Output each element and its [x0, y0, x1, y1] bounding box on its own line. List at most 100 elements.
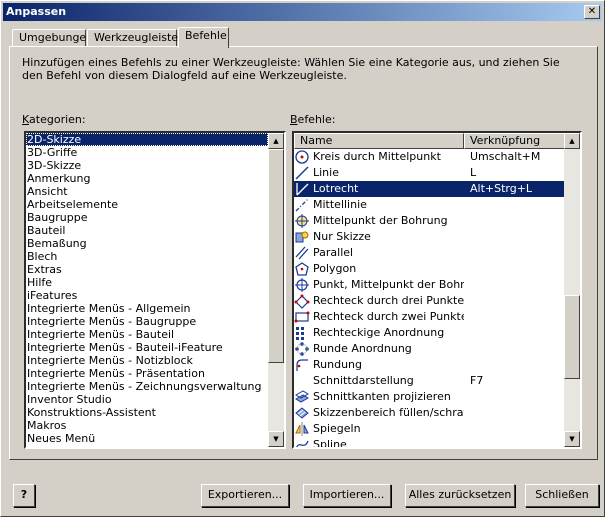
command-name-cell: Rundung: [294, 357, 464, 373]
category-item[interactable]: Integrierte Menüs - Baugruppe: [26, 315, 268, 328]
category-item[interactable]: Integrierte Menüs - Bauteil: [26, 328, 268, 341]
close-button[interactable]: Schließen: [525, 484, 599, 507]
circular-pattern-icon: [295, 342, 309, 356]
command-name-cell: Rechteck durch drei Punkte: [294, 293, 464, 309]
command-row[interactable]: Kreis durch Mittelpunkt Umschalt+M: [294, 149, 564, 165]
category-item[interactable]: Ansicht: [26, 185, 268, 198]
category-item[interactable]: 2D-Skizze: [26, 133, 268, 146]
command-name: Rundung: [313, 358, 363, 371]
blank-icon: [294, 373, 310, 389]
command-name-cell: Nur Skizze: [294, 229, 464, 245]
command-shortcut: [464, 277, 470, 293]
command-name: Linie: [313, 166, 339, 179]
command-row[interactable]: Mittellinie: [294, 197, 564, 213]
category-item[interactable]: Makros: [26, 419, 268, 432]
categories-list: 2D-Skizze 3D-Griffe 3D-Skizze Anmerkung Ansi…: [26, 133, 268, 447]
tab-befehle[interactable]: Befehle: [178, 27, 229, 48]
category-item[interactable]: Konstruktions-Assistent: [26, 406, 268, 419]
scroll-up-button[interactable]: ▲: [564, 133, 580, 149]
command-row[interactable]: Linie L: [294, 165, 564, 181]
import-button[interactable]: Importieren...: [303, 484, 391, 507]
category-item[interactable]: Integrierte Menüs - Präsentation: [26, 367, 268, 380]
close-window-button[interactable]: ✕: [584, 5, 600, 19]
category-item[interactable]: Integrierte Menüs - Bauteil-iFeature: [26, 341, 268, 354]
help-button[interactable]: ?: [13, 484, 35, 507]
command-name-cell: Polygon: [294, 261, 464, 277]
hole-center-icon: [295, 214, 309, 228]
command-row[interactable]: Parallel: [294, 245, 564, 261]
command-row[interactable]: Schnittkanten projizieren: [294, 389, 564, 405]
commands-scrollbar[interactable]: ▲ ▼: [564, 133, 580, 447]
mirror-icon: [295, 422, 309, 436]
command-name-cell: Linie: [294, 165, 464, 181]
command-shortcut: L: [470, 166, 477, 179]
category-item[interactable]: 3D-Skizze: [26, 159, 268, 172]
category-item[interactable]: Neues Menü: [26, 432, 268, 445]
category-item[interactable]: Hilfe: [26, 276, 268, 289]
category-item[interactable]: Integrierte Menüs - Notizblock: [26, 354, 268, 367]
category-item[interactable]: Integrierte Menüs - Zeichnungsverwaltung: [26, 380, 268, 393]
category-item[interactable]: Integrierte Menüs - Allgemein: [26, 302, 268, 315]
command-row[interactable]: Spiegeln: [294, 421, 564, 437]
command-row[interactable]: Rechteck durch zwei Punkte: [294, 309, 564, 325]
title-bar[interactable]: Anpassen ✕: [3, 3, 602, 21]
command-row[interactable]: Rechteckige Anordnung: [294, 325, 564, 341]
command-row[interactable]: Mittelpunkt der Bohrung: [294, 213, 564, 229]
command-name-cell: Skizzenbereich füllen/schraf...: [294, 405, 464, 421]
category-item[interactable]: Bauteil: [26, 224, 268, 237]
commands-list: Kreis durch Mittelpunkt Umschalt+M Linie L L…: [294, 149, 564, 447]
reset-all-button[interactable]: Alles zurücksetzen: [405, 484, 515, 507]
command-row[interactable]: Spline: [294, 437, 564, 447]
category-item[interactable]: Anmerkung: [26, 172, 268, 185]
commands-label: Befehle:: [290, 113, 336, 126]
command-name: Rechteckige Anordnung: [313, 326, 445, 339]
categories-listbox[interactable]: 2D-Skizze 3D-Griffe 3D-Skizze Anmerkung Ansi…: [24, 131, 286, 449]
command-name-cell: Spiegeln: [294, 421, 464, 437]
polygon-icon: [295, 262, 309, 276]
command-name: Lotrecht: [313, 182, 359, 195]
command-shortcut: [464, 341, 470, 357]
command-row[interactable]: Rundung: [294, 357, 564, 373]
parallel-icon: [295, 246, 309, 260]
command-row[interactable]: Runde Anordnung: [294, 341, 564, 357]
category-item[interactable]: iFeatures: [26, 289, 268, 302]
command-row[interactable]: Nur Skizze: [294, 229, 564, 245]
category-item[interactable]: Bemaßung: [26, 237, 268, 250]
category-item[interactable]: Blech: [26, 250, 268, 263]
tab-umgebungen[interactable]: Umgebungen: [12, 29, 93, 47]
categories-scrollbar[interactable]: ▲ ▼: [268, 133, 284, 447]
command-row[interactable]: Schnittdarstellung F7: [294, 373, 564, 389]
command-row[interactable]: Lotrecht Alt+Strg+L: [294, 181, 564, 197]
export-button[interactable]: Exportieren...: [201, 484, 289, 507]
scroll-down-button[interactable]: ▼: [268, 431, 284, 447]
command-name-cell: Rechteckige Anordnung: [294, 325, 464, 341]
scroll-down-button[interactable]: ▼: [564, 431, 580, 447]
command-row[interactable]: Punkt, Mittelpunkt der Bohr...: [294, 277, 564, 293]
circle-center-icon: [295, 150, 309, 164]
command-name-cell: Lotrecht: [294, 181, 464, 197]
command-shortcut: [464, 309, 470, 325]
category-item[interactable]: Arbeitselemente: [26, 198, 268, 211]
command-shortcut: [464, 229, 470, 245]
category-item[interactable]: Inventor Studio: [26, 393, 268, 406]
command-shortcut: Alt+Strg+L: [470, 182, 533, 195]
rect-pattern-icon: [296, 327, 304, 340]
tab-werkzeugleisten[interactable]: Werkzeugleisten: [87, 29, 185, 47]
command-name: Kreis durch Mittelpunkt: [313, 150, 441, 163]
category-item[interactable]: 3D-Griffe: [26, 146, 268, 159]
scroll-up-button[interactable]: ▲: [268, 133, 284, 149]
scroll-thumb[interactable]: [268, 149, 284, 363]
column-header-shortcut[interactable]: Verknüpfung: [464, 133, 566, 149]
commands-listview[interactable]: Name Verknüpfung Kreis durch Mittelpunkt…: [292, 131, 582, 449]
command-name: Spiegeln: [313, 422, 361, 435]
scroll-thumb[interactable]: [564, 295, 580, 379]
perpendicular-icon: [296, 183, 309, 196]
column-header-name[interactable]: Name: [294, 133, 464, 149]
rect-two-points-icon: [294, 311, 310, 323]
command-name: Schnittkanten projizieren: [313, 390, 451, 403]
category-item[interactable]: Baugruppe: [26, 211, 268, 224]
category-item[interactable]: Extras: [26, 263, 268, 276]
command-row[interactable]: Rechteck durch drei Punkte: [294, 293, 564, 309]
command-row[interactable]: Polygon: [294, 261, 564, 277]
command-row[interactable]: Skizzenbereich füllen/schraf...: [294, 405, 564, 421]
